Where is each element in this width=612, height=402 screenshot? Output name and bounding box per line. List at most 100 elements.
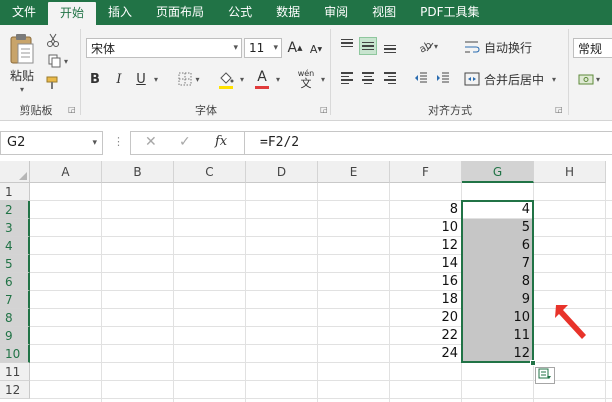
paste-chevron-down-icon[interactable]: ▾ xyxy=(12,83,32,95)
shrink-font-button[interactable]: A ▼ xyxy=(307,40,325,58)
column-header-f[interactable]: F xyxy=(390,161,462,183)
cell-f3[interactable]: 10 xyxy=(390,219,462,237)
align-right-button[interactable] xyxy=(381,69,399,87)
auto-fill-options-icon[interactable] xyxy=(535,367,555,384)
align-left-button[interactable] xyxy=(338,69,356,87)
cell-f6[interactable]: 16 xyxy=(390,273,462,291)
tab-file[interactable]: 文件 xyxy=(0,0,49,25)
row-header-7[interactable]: 7 xyxy=(0,291,30,309)
align-top-button[interactable] xyxy=(338,37,356,55)
tab-view[interactable]: 视图 xyxy=(360,0,408,25)
clipboard-launcher-icon[interactable]: ◲ xyxy=(68,106,76,114)
row-header-6[interactable]: 6 xyxy=(0,273,30,291)
row-header-10[interactable]: 10 xyxy=(0,345,30,363)
tab-pdf-tools[interactable]: PDF工具集 xyxy=(408,0,491,25)
formula-buttons: ✕ ✓ fx xyxy=(130,131,245,155)
row-header-4[interactable]: 4 xyxy=(0,237,30,255)
chevron-down-icon: ▾ xyxy=(233,43,238,53)
underline-button[interactable]: U xyxy=(132,69,150,89)
cell-f10[interactable]: 24 xyxy=(390,345,462,363)
shrink-font-icon: A xyxy=(309,42,318,56)
cut-icon[interactable] xyxy=(44,31,62,49)
select-all-corner[interactable] xyxy=(0,161,30,183)
paste-icon[interactable] xyxy=(6,31,38,67)
fill-color-icon xyxy=(220,72,234,84)
align-center-button[interactable] xyxy=(359,69,377,87)
tab-review[interactable]: 审阅 xyxy=(312,0,360,25)
column-gridline xyxy=(101,183,102,402)
column-header-d[interactable]: D xyxy=(246,161,318,183)
cell-f4[interactable]: 12 xyxy=(390,237,462,255)
cell-f9[interactable]: 22 xyxy=(390,327,462,345)
row-header-11[interactable]: 11 xyxy=(0,363,30,381)
merge-center-icon xyxy=(464,72,480,86)
underline-chevron-down-icon[interactable]: ▾ xyxy=(151,72,161,86)
row-header-5[interactable]: 5 xyxy=(0,255,30,273)
group-divider xyxy=(80,29,81,115)
column-header-a[interactable]: A xyxy=(30,161,102,183)
cell-f8[interactable]: 20 xyxy=(390,309,462,327)
bold-button[interactable]: B xyxy=(86,69,104,89)
increase-indent-button[interactable] xyxy=(434,69,452,87)
column-header-c[interactable]: C xyxy=(174,161,246,183)
alignment-launcher-icon[interactable]: ◲ xyxy=(555,106,563,114)
row-header-2[interactable]: 2 xyxy=(0,201,30,219)
font-color-chevron-down-icon[interactable]: ▾ xyxy=(273,72,283,86)
formula-input[interactable]: =F2/2 xyxy=(244,131,612,155)
number-format-select[interactable]: 常规 xyxy=(573,38,612,58)
wrap-text-button[interactable]: 自动换行 xyxy=(464,37,544,57)
format-painter-icon[interactable] xyxy=(44,74,62,92)
align-top-icon xyxy=(341,38,353,48)
cell-f7[interactable]: 18 xyxy=(390,291,462,309)
merge-center-button[interactable]: 合并后居中 ▾ xyxy=(464,69,568,89)
phonetic-button[interactable]: wén 文 xyxy=(294,67,318,91)
column-header-h[interactable]: H xyxy=(534,161,606,183)
align-bottom-button[interactable] xyxy=(381,37,399,55)
font-color-button[interactable]: A xyxy=(252,68,272,90)
column-gridline xyxy=(605,183,606,402)
selection-border xyxy=(461,200,534,363)
cancel-icon[interactable]: ✕ xyxy=(145,134,157,150)
paste-button-label[interactable]: 粘贴 xyxy=(6,67,38,83)
font-name-select[interactable]: 宋体 ▾ xyxy=(86,38,242,58)
font-launcher-icon[interactable]: ◲ xyxy=(320,106,328,114)
column-header-g[interactable]: G xyxy=(462,161,534,183)
insert-function-icon[interactable]: fx xyxy=(215,134,227,149)
align-middle-button[interactable] xyxy=(359,37,377,55)
row-header-1[interactable]: 1 xyxy=(0,183,30,201)
fill-handle[interactable] xyxy=(530,360,536,366)
orientation-icon: ab xyxy=(418,40,434,53)
tab-formulas[interactable]: 公式 xyxy=(216,0,264,25)
copy-icon[interactable]: ▾ xyxy=(44,52,72,70)
cell-f2[interactable]: 8 xyxy=(390,201,462,219)
currency-button[interactable]: ▾ xyxy=(573,69,605,89)
decrease-indent-button[interactable] xyxy=(412,69,430,87)
column-header-b[interactable]: B xyxy=(102,161,174,183)
borders-icon xyxy=(178,72,192,86)
enter-icon[interactable]: ✓ xyxy=(179,134,191,150)
worksheet-grid[interactable]: A B C D E F G H 1 2 3 4 5 6 7 8 9 10 11 12 8 10 12 14 16 18 20 22 24… xyxy=(0,161,612,402)
row-header-12[interactable]: 12 xyxy=(0,381,30,399)
italic-button[interactable]: I xyxy=(110,69,128,89)
fill-color-button[interactable] xyxy=(216,68,236,90)
borders-button[interactable]: ▾ xyxy=(174,69,204,89)
orientation-button[interactable]: ab ▾ xyxy=(414,37,442,55)
font-size-select[interactable]: 11 ▾ xyxy=(244,38,282,58)
fill-chevron-down-icon[interactable]: ▾ xyxy=(237,72,247,86)
ribbon-home: 粘贴 ▾ ▾ 剪贴板 ◲ 宋体 ▾ 11 ▾ A ▲ A ▼ B I U ▾ ▾ ▾… xyxy=(0,25,612,121)
tab-insert[interactable]: 插入 xyxy=(96,0,144,25)
merge-chevron-down-icon[interactable]: ▾ xyxy=(552,75,556,84)
formula-bar-grip-icon[interactable]: ⋮ xyxy=(113,136,124,148)
column-header-e[interactable]: E xyxy=(318,161,390,183)
tab-page-layout[interactable]: 页面布局 xyxy=(144,0,216,25)
row-header-8[interactable]: 8 xyxy=(0,309,30,327)
row-header-3[interactable]: 3 xyxy=(0,219,30,237)
grow-font-button[interactable]: A ▲ xyxy=(286,38,304,58)
tab-home[interactable]: 开始 xyxy=(48,2,97,25)
tab-data[interactable]: 数据 xyxy=(264,0,312,25)
name-box[interactable]: G2 ▾ xyxy=(0,131,103,155)
chevron-down-icon: ▾ xyxy=(273,43,278,53)
cell-f5[interactable]: 14 xyxy=(390,255,462,273)
row-header-9[interactable]: 9 xyxy=(0,327,30,345)
phonetic-chevron-down-icon[interactable]: ▾ xyxy=(318,72,328,86)
